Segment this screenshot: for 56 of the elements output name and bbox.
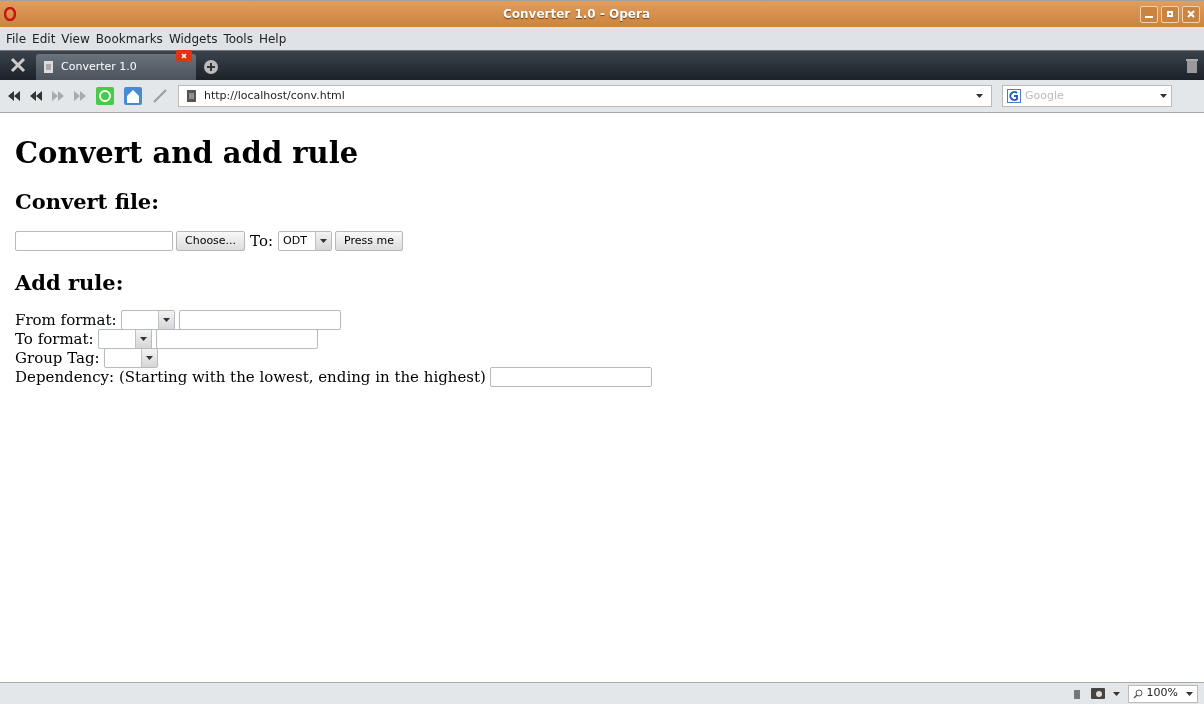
menu-item[interactable]: Bookmarks xyxy=(95,29,163,48)
select-field[interactable] xyxy=(97,328,152,349)
field-label: From format: xyxy=(15,309,117,331)
document-icon xyxy=(187,90,196,102)
text-field[interactable] xyxy=(155,328,318,349)
maximize-icon[interactable] xyxy=(1161,5,1179,23)
select-field[interactable] xyxy=(120,309,175,330)
minimize-icon[interactable] xyxy=(1140,5,1158,23)
camera-icon[interactable] xyxy=(1090,688,1105,699)
field-label: Dependency: (Starting with the lowest, ending in the highest) xyxy=(15,366,486,388)
menu-item[interactable]: Tools xyxy=(223,29,253,48)
pen-icon[interactable] xyxy=(152,88,168,104)
field-label: Group Tag: xyxy=(15,347,100,369)
caret-icon xyxy=(1186,691,1193,696)
caret-icon xyxy=(145,355,153,360)
address-field[interactable]: http://localhost/conv.html xyxy=(178,85,992,107)
section-heading: Convert file: xyxy=(15,189,160,216)
caret-icon xyxy=(139,336,147,341)
menu-item[interactable]: Edit xyxy=(32,29,56,48)
document-icon xyxy=(44,61,53,73)
caret-icon xyxy=(976,94,983,98)
menu-item[interactable]: Help xyxy=(258,29,287,48)
app-logo-icon xyxy=(4,7,16,21)
to-label: To: xyxy=(250,230,274,252)
caret-icon xyxy=(320,238,328,243)
text-field[interactable] xyxy=(489,366,652,387)
select-field[interactable]: ODT xyxy=(278,230,333,251)
select-field[interactable] xyxy=(103,347,158,368)
search-engine-icon xyxy=(1007,89,1021,103)
page-heading: Convert and add rule xyxy=(15,135,360,172)
zoom-field[interactable]: 100% xyxy=(1127,684,1198,703)
forward-icon[interactable] xyxy=(52,91,64,101)
caret-icon xyxy=(1160,94,1167,98)
field-label: To format: xyxy=(15,328,94,350)
choose-button[interactable]: Choose... xyxy=(176,230,246,251)
press-me-button[interactable]: Press me xyxy=(335,230,403,251)
new-tab-icon[interactable] xyxy=(204,60,218,74)
text-field[interactable] xyxy=(15,230,173,251)
reload-icon[interactable] xyxy=(96,87,114,105)
close-icon[interactable] xyxy=(1182,5,1200,23)
caret-icon xyxy=(1112,691,1120,696)
section-heading: Add rule: xyxy=(15,270,125,297)
menu-item[interactable]: File xyxy=(6,29,27,48)
tab-close-icon[interactable] xyxy=(176,50,192,62)
caret-icon xyxy=(162,317,170,322)
home-icon[interactable] xyxy=(124,87,142,105)
search-icon xyxy=(1132,688,1143,699)
trash-icon[interactable] xyxy=(1186,58,1198,73)
menu-item[interactable]: Widgets xyxy=(168,29,218,48)
window-title: Converter 1.0 - Opera xyxy=(502,6,651,23)
tools-icon[interactable] xyxy=(10,57,26,73)
rewind-icon[interactable] xyxy=(8,91,20,101)
menu-item[interactable]: View xyxy=(61,29,90,48)
fast-forward-icon[interactable] xyxy=(74,91,86,101)
text-field[interactable] xyxy=(178,309,341,330)
back-icon[interactable] xyxy=(30,91,42,101)
